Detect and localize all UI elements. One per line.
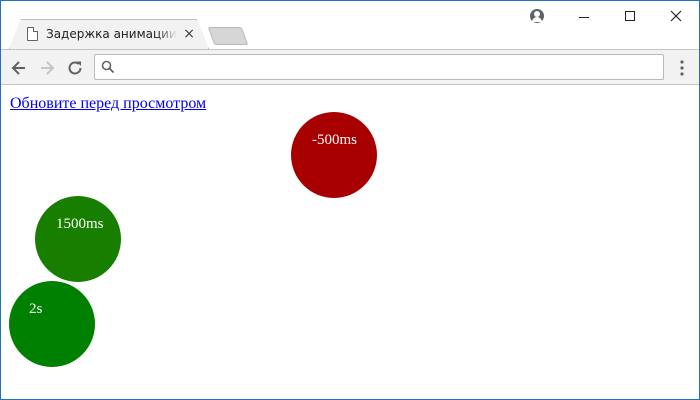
page-content: Обновите перед просмотром -500ms 1500ms …	[1, 86, 699, 399]
new-tab-icon[interactable]	[207, 27, 249, 45]
menu-icon	[680, 60, 684, 76]
ball-1500ms-delay: 1500ms	[35, 196, 121, 282]
ball-label: -500ms	[312, 132, 357, 148]
reload-link[interactable]: Обновите перед просмотром	[10, 95, 206, 113]
browser-toolbar	[1, 49, 699, 85]
tab-strip: Задержка анимации в CSS3 ×	[1, 1, 699, 49]
minimize-icon	[579, 16, 589, 18]
browser-tab[interactable]: Задержка анимации в CSS3 ×	[9, 19, 209, 49]
window-close-icon	[670, 10, 682, 22]
ball-negative-delay: -500ms	[291, 112, 377, 198]
address-bar[interactable]	[94, 54, 664, 80]
minimize-button[interactable]	[561, 1, 607, 31]
forward-button[interactable]	[35, 56, 59, 80]
maximize-button[interactable]	[607, 1, 653, 31]
browser-window: Задержка анимации в CSS3 ×	[0, 0, 700, 400]
reload-icon	[68, 61, 82, 75]
maximize-icon	[625, 11, 635, 21]
tab-close-icon[interactable]: ×	[183, 27, 195, 41]
page-icon	[27, 27, 38, 41]
reload-button[interactable]	[63, 56, 87, 80]
ball-label: 1500ms	[56, 216, 104, 232]
forward-icon	[41, 61, 55, 75]
tab-title: Задержка анимации в CSS3	[46, 27, 177, 41]
ball-label: 2s	[29, 301, 43, 317]
back-icon	[11, 61, 25, 75]
search-icon	[101, 60, 115, 74]
ball-2s-delay: 2s	[9, 281, 95, 367]
menu-button[interactable]	[673, 58, 691, 78]
address-input[interactable]	[121, 56, 663, 78]
window-close-button[interactable]	[653, 1, 699, 31]
profile-icon[interactable]	[530, 9, 544, 23]
back-button[interactable]	[7, 56, 31, 80]
